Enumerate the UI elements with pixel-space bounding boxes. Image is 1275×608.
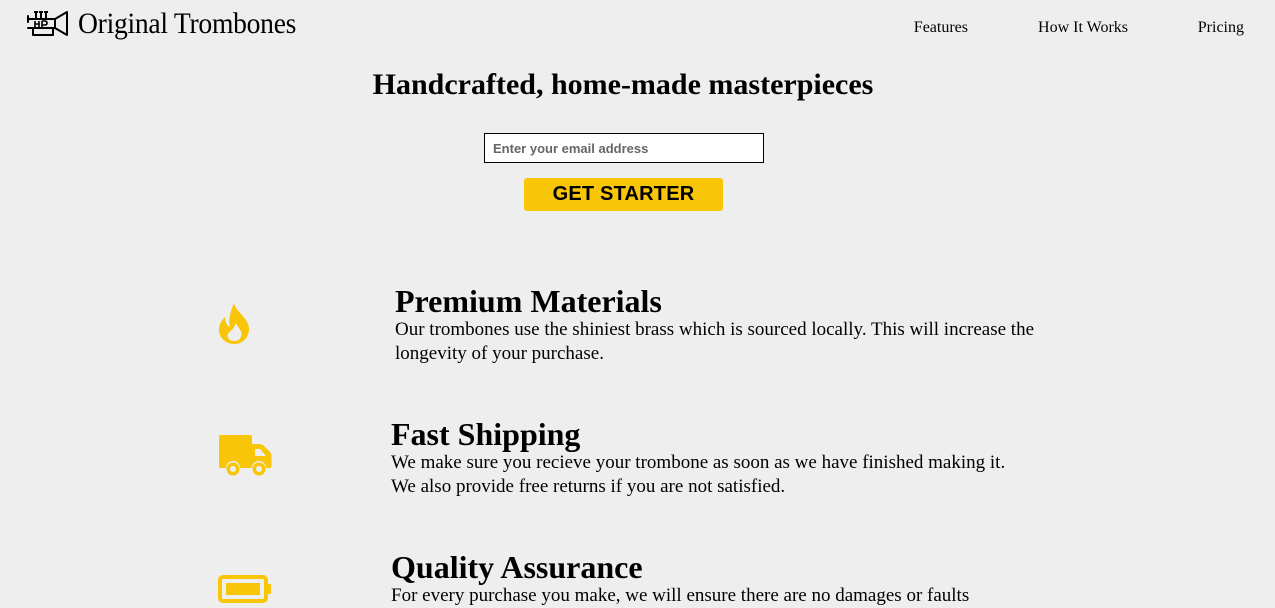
- feature-description: We make sure you recieve your trombone a…: [391, 452, 1006, 497]
- truck-icon: [219, 435, 272, 476]
- feature-description: For every purchase you make, we will ens…: [391, 585, 970, 606]
- trombone-logo-icon: [27, 11, 68, 36]
- feature-title: Quality Assurance: [391, 549, 643, 585]
- get-started-button[interactable]: GET STARTER: [524, 178, 723, 211]
- nav-link-pricing[interactable]: Pricing: [1198, 19, 1244, 37]
- brand-name: Original Trombones: [78, 7, 297, 40]
- logo[interactable]: Original Trombones: [25, 8, 315, 40]
- site-header: Original Trombones Features How It Works…: [0, 0, 1275, 60]
- feature-title: Fast Shipping: [391, 416, 581, 452]
- fire-icon: [219, 303, 249, 344]
- feature-description: Our trombones use the shiniest brass whi…: [395, 319, 1035, 364]
- nav-link-how-it-works[interactable]: How It Works: [1038, 19, 1128, 37]
- nav-link-features[interactable]: Features: [914, 19, 968, 37]
- email-input[interactable]: [484, 133, 764, 163]
- battery-icon: [218, 575, 271, 603]
- feature-title: Premium Materials: [395, 283, 662, 319]
- hero-title: Handcrafted, home-made masterpieces: [372, 68, 874, 101]
